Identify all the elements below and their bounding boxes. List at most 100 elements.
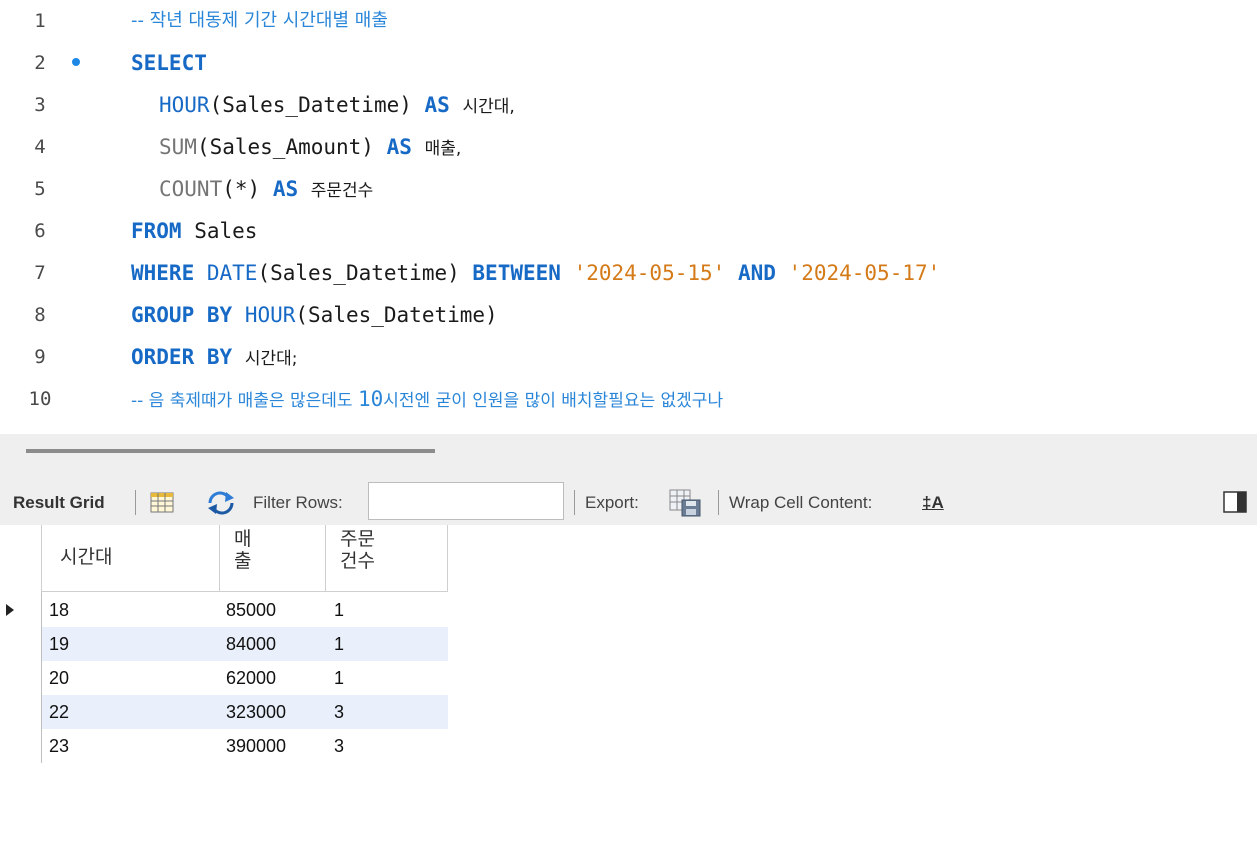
toggle-panel-icon[interactable] bbox=[1222, 490, 1250, 514]
alias: 매출, bbox=[424, 139, 462, 159]
cell-sales[interactable]: 84000 bbox=[226, 627, 276, 661]
code-line-6: 6 FROM Sales bbox=[0, 210, 1257, 252]
code-line-3: 3 HOUR(Sales_Datetime) AS 시간대, bbox=[0, 84, 1257, 126]
function-name: HOUR bbox=[244, 303, 296, 327]
alias: 주문건수 bbox=[310, 181, 374, 201]
cell-sales[interactable]: 323000 bbox=[226, 695, 286, 729]
keyword: AND bbox=[737, 261, 776, 285]
line-number: 2 bbox=[34, 52, 46, 74]
function-args: (Sales_Datetime) bbox=[257, 261, 460, 285]
keyword: AS bbox=[272, 177, 299, 201]
column-header-hour[interactable]: 시간대 bbox=[42, 525, 220, 592]
column-header-order-count[interactable]: 주문건수 bbox=[326, 525, 448, 592]
table-row[interactable]: 22 323000 3 bbox=[42, 695, 448, 729]
function-args: (Sales_Datetime) bbox=[209, 93, 412, 117]
code-line-1: 1 -- 작년 대동제 기간 시간대별 매출 bbox=[0, 0, 1257, 42]
function-name: COUNT bbox=[159, 177, 223, 201]
table-row[interactable]: 23 390000 3 bbox=[0, 729, 448, 763]
code-line-4: 4 SUM(Sales_Amount) AS 매출, bbox=[0, 126, 1257, 168]
cell-sales[interactable]: 62000 bbox=[226, 661, 276, 695]
keyword: GROUP BY bbox=[131, 303, 233, 327]
cell-order-count[interactable]: 1 bbox=[334, 627, 344, 661]
cell-sales[interactable]: 390000 bbox=[226, 729, 286, 763]
line-number: 1 bbox=[34, 10, 46, 32]
export-label: Export: bbox=[585, 493, 639, 512]
refresh-icon[interactable] bbox=[204, 491, 238, 515]
line-number: 7 bbox=[34, 262, 46, 284]
wrap-text-icon[interactable]: ‡A bbox=[922, 480, 944, 525]
code-text: COUNT(*) AS 주문건수 bbox=[159, 168, 373, 212]
keyword: BETWEEN bbox=[472, 261, 561, 285]
cell-hour[interactable]: 18 bbox=[49, 593, 69, 627]
code-line-5: 5 COUNT(*) AS 주문건수 bbox=[0, 168, 1257, 210]
comment-text: -- 음 축제때가 매출은 많은데도 bbox=[131, 391, 358, 411]
cell-hour[interactable]: 23 bbox=[49, 729, 69, 763]
keyword: SELECT bbox=[131, 51, 207, 75]
alias: 시간대, bbox=[462, 97, 515, 117]
function-name: HOUR bbox=[159, 93, 210, 117]
comment: -- 음 축제때가 매출은 많은데도 10시전엔 굳이 인원을 많이 배치할필요… bbox=[131, 378, 723, 422]
table-row[interactable]: 18 85000 1 bbox=[0, 593, 448, 627]
code-text: HOUR(Sales_Datetime) AS 시간대, bbox=[159, 84, 515, 128]
cell-hour[interactable]: 19 bbox=[49, 627, 69, 661]
filter-rows-label: Filter Rows: bbox=[253, 493, 343, 512]
line-number: 8 bbox=[34, 304, 46, 326]
line-number: 4 bbox=[34, 136, 46, 158]
code-line-8: 8 GROUP BY HOUR(Sales_Datetime) bbox=[0, 294, 1257, 336]
comment-number: 10 bbox=[357, 387, 384, 411]
result-grid-tab[interactable]: Result Grid bbox=[13, 480, 105, 525]
filter-rows-input[interactable] bbox=[368, 482, 564, 520]
result-toolbar: Result Grid Filter Rows: Export: Wrap Ce… bbox=[0, 480, 1257, 525]
export-icon[interactable] bbox=[668, 488, 704, 518]
sql-editor[interactable]: 1 -- 작년 대동제 기간 시간대별 매출 2 SELECT 3 HOUR(S… bbox=[0, 0, 1257, 434]
line-number: 9 bbox=[34, 346, 46, 368]
line-number: 10 bbox=[28, 388, 52, 410]
column-header-sales[interactable]: 매출 bbox=[220, 525, 326, 592]
comment-text: 시전엔 굳이 인원을 많이 배치할필요는 없겠구나 bbox=[383, 391, 724, 411]
function-args: (*) bbox=[222, 177, 261, 201]
cell-sales[interactable]: 85000 bbox=[226, 593, 276, 627]
string-literal: '2024-05-17' bbox=[788, 261, 941, 285]
code-text: ORDER BY 시간대; bbox=[131, 336, 297, 380]
code-text: GROUP BY HOUR(Sales_Datetime) bbox=[131, 294, 498, 336]
statement-marker-icon[interactable] bbox=[72, 58, 80, 66]
line-number: 3 bbox=[34, 94, 46, 116]
code-line-9: 9 ORDER BY 시간대; bbox=[0, 336, 1257, 378]
grid-view-icon[interactable] bbox=[150, 492, 176, 514]
keyword: WHERE bbox=[131, 261, 195, 285]
comment: -- 작년 대동제 기간 시간대별 매출 bbox=[131, 10, 388, 31]
code-line-7: 7 WHERE DATE(Sales_Datetime) BETWEEN '20… bbox=[0, 252, 1257, 294]
function-args: (Sales_Datetime) bbox=[295, 303, 498, 327]
keyword: AS bbox=[386, 135, 412, 159]
code-line-10: 10 -- 음 축제때가 매출은 많은데도 10시전엔 굳이 인원을 많이 배치… bbox=[0, 378, 1257, 420]
cell-hour[interactable]: 22 bbox=[49, 695, 69, 729]
code-text: SUM(Sales_Amount) AS 매출, bbox=[159, 126, 461, 170]
table-row[interactable]: 19 84000 1 bbox=[42, 627, 448, 661]
line-number: 5 bbox=[34, 178, 46, 200]
divider bbox=[718, 490, 719, 515]
code-text: WHERE DATE(Sales_Datetime) BETWEEN '2024… bbox=[131, 252, 940, 294]
alias: 시간대; bbox=[244, 349, 298, 369]
line-number: 6 bbox=[34, 220, 46, 242]
function-name: DATE bbox=[206, 261, 258, 285]
horizontal-scrollbar[interactable] bbox=[26, 449, 435, 453]
cell-hour[interactable]: 20 bbox=[49, 661, 69, 695]
code-line-2: 2 SELECT bbox=[0, 42, 1257, 84]
cell-order-count[interactable]: 3 bbox=[334, 695, 344, 729]
string-literal: '2024-05-15' bbox=[573, 261, 726, 285]
keyword: ORDER BY bbox=[131, 345, 233, 369]
current-row-arrow-icon bbox=[6, 604, 14, 616]
divider bbox=[574, 490, 575, 515]
wrap-cell-content-label: Wrap Cell Content: bbox=[729, 493, 873, 512]
function-args: (Sales_Amount) bbox=[196, 135, 374, 159]
cell-order-count[interactable]: 1 bbox=[334, 593, 344, 627]
table-row[interactable]: 20 62000 1 bbox=[0, 661, 448, 695]
grid-header: 시간대 매출 주문건수 bbox=[0, 525, 448, 593]
cell-order-count[interactable]: 3 bbox=[334, 729, 344, 763]
divider bbox=[135, 490, 136, 515]
function-name: SUM bbox=[159, 135, 197, 159]
code-text: FROM Sales bbox=[131, 210, 257, 252]
panel-splitter[interactable] bbox=[0, 434, 1257, 480]
cell-order-count[interactable]: 1 bbox=[334, 661, 344, 695]
keyword: AS bbox=[424, 93, 450, 117]
